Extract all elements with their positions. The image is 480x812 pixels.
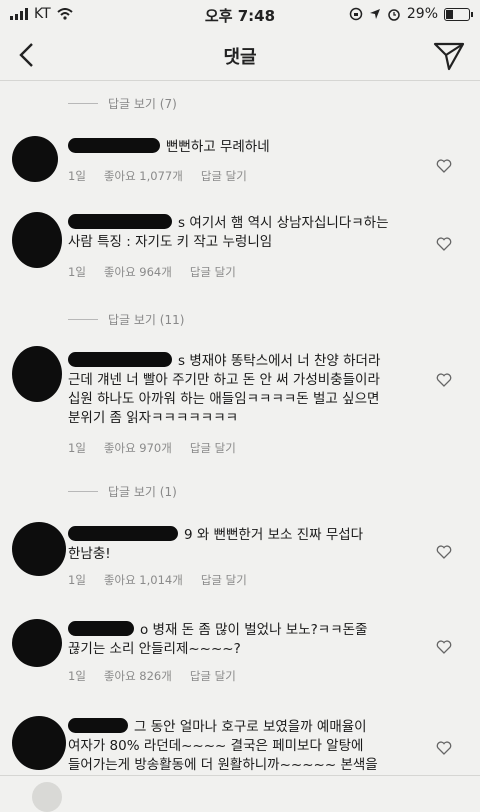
reply-button[interactable]: 답글 달기 [201, 572, 247, 588]
paper-plane-icon[interactable] [432, 38, 466, 72]
comment-line: 들어가는게 방송활동에 더 원활하니까~~~~~ 본색을 [68, 757, 378, 773]
status-right: 29% [349, 6, 473, 22]
redacted-username [68, 352, 172, 367]
comment-text: o 병재 돈 좀 많이 벌었나 보노?ㅋㅋ돈줄 끊기는 소리 안들리제~~~~? [68, 621, 428, 659]
comment-time: 1일 [68, 169, 86, 183]
view-replies-label: 답글 보기 (11) [108, 313, 185, 327]
comment-line: o 병재 돈 좀 많이 벌었나 보노?ㅋㅋ돈줄 [68, 621, 428, 640]
divider-line [68, 491, 98, 492]
comment-line: 끊기는 소리 안들리제~~~~? [68, 641, 241, 657]
heart-icon[interactable] [436, 158, 452, 174]
comment-time: 1일 [68, 669, 86, 683]
heart-icon[interactable] [436, 236, 452, 252]
comment-meta: 1일 좋아요 1,014개 답글 달기 [68, 572, 247, 588]
view-replies-link[interactable]: 답글 보기 (11) [68, 311, 184, 328]
comment-line: 그 동안 얼마나 호구로 보였을까 예매율이 [68, 718, 448, 737]
comment-text: s 병재야 똥탁스에서 너 찬양 하더라 근데 걔넨 너 빨아 주기만 하고 돈… [68, 352, 448, 428]
comment-time: 1일 [68, 573, 86, 587]
comment-line: s 병재야 똥탁스에서 너 찬양 하더라 [68, 352, 448, 371]
view-replies-label: 답글 보기 (1) [108, 485, 177, 499]
like-count[interactable]: 좋아요 826개 [104, 668, 172, 684]
nav-bar: 댓글 [0, 30, 480, 81]
heart-icon[interactable] [436, 639, 452, 655]
avatar[interactable] [12, 136, 58, 182]
reply-button[interactable]: 답글 달기 [190, 440, 236, 456]
comment-time: 1일 [68, 265, 86, 279]
status-bar: KT 오후 7:48 29% [0, 0, 480, 30]
heart-icon[interactable] [436, 372, 452, 388]
like-count[interactable]: 좋아요 1,014개 [104, 572, 183, 588]
comment-text: 그 동안 얼마나 호구로 보였을까 예매율이 여자가 80% 라던데~~~~ 결… [68, 718, 448, 775]
reply-button[interactable]: 답글 달기 [201, 168, 247, 184]
avatar[interactable] [12, 716, 66, 770]
reply-button[interactable]: 답글 달기 [190, 264, 236, 280]
comment-line: 여자가 80% 라던데~~~~ 결국은 페미보다 알탕에 [68, 738, 364, 754]
battery-percent: 29% [406, 6, 438, 22]
composer-divider [0, 775, 480, 776]
comment-text: s 여기서 햄 역시 상남자십니다ㅋ하는 사람 특징 : 자기도 키 작고 누렁… [68, 214, 428, 252]
rotation-lock-icon [349, 7, 363, 21]
comment-line: 근데 걔넨 너 빨아 주기만 하고 돈 안 써 가성비충들이라 [68, 372, 380, 388]
comment-line: 분위기 좀 읽자ㅋㅋㅋㅋㅋㅋㅋ [68, 410, 239, 426]
comment-meta: 1일 좋아요 964개 답글 달기 [68, 264, 236, 280]
composer-avatar [32, 782, 62, 812]
avatar[interactable] [12, 212, 62, 268]
reply-button[interactable]: 답글 달기 [190, 668, 236, 684]
like-count[interactable]: 좋아요 964개 [104, 264, 172, 280]
like-count[interactable]: 좋아요 1,077개 [104, 168, 183, 184]
redacted-username [68, 526, 178, 541]
comment-text: 뻔뻔하고 무례하네 [68, 138, 428, 157]
redacted-username [68, 718, 128, 733]
heart-icon[interactable] [436, 544, 452, 560]
like-count[interactable]: 좋아요 970개 [104, 440, 172, 456]
redacted-username [68, 138, 160, 153]
view-replies-link[interactable]: 답글 보기 (7) [68, 95, 177, 112]
comment-text: 9 와 뻔뻔한거 보소 진짜 무섭다 한남충! [68, 526, 428, 564]
comment-line: 사람 특징 : 자기도 키 작고 누렁니임 [68, 234, 273, 250]
page-title: 댓글 [223, 47, 257, 68]
heart-icon[interactable] [436, 740, 452, 756]
comment-time: 1일 [68, 441, 86, 455]
comment-line: 십원 하나도 아까워 하는 애들임ㅋㅋㅋㅋ돈 벌고 싶으면 [68, 391, 380, 407]
comment-line: 9 와 뻔뻔한거 보소 진짜 무섭다 [68, 526, 428, 545]
view-replies-label: 답글 보기 (7) [108, 97, 177, 111]
view-replies-link[interactable]: 답글 보기 (1) [68, 483, 177, 500]
divider-line [68, 319, 98, 320]
avatar[interactable] [12, 619, 62, 667]
divider-line [68, 103, 98, 104]
alarm-icon [388, 9, 400, 21]
avatar[interactable] [12, 522, 66, 576]
redacted-username [68, 214, 172, 229]
comment-line: 뻔뻔하고 무례하네 [68, 138, 428, 157]
battery-fill [446, 9, 453, 19]
comment-line: s 여기서 햄 역시 상남자십니다ㅋ하는 [68, 214, 428, 233]
comment-line: 한남충! [68, 546, 111, 562]
avatar[interactable] [12, 346, 62, 402]
location-icon [369, 9, 380, 19]
comment-meta: 1일 좋아요 1,077개 답글 달기 [68, 168, 247, 184]
comment-meta: 1일 좋아요 826개 답글 달기 [68, 668, 236, 684]
redacted-username [68, 621, 134, 636]
battery-icon [444, 7, 473, 21]
comment-meta: 1일 좋아요 970개 답글 달기 [68, 440, 236, 456]
